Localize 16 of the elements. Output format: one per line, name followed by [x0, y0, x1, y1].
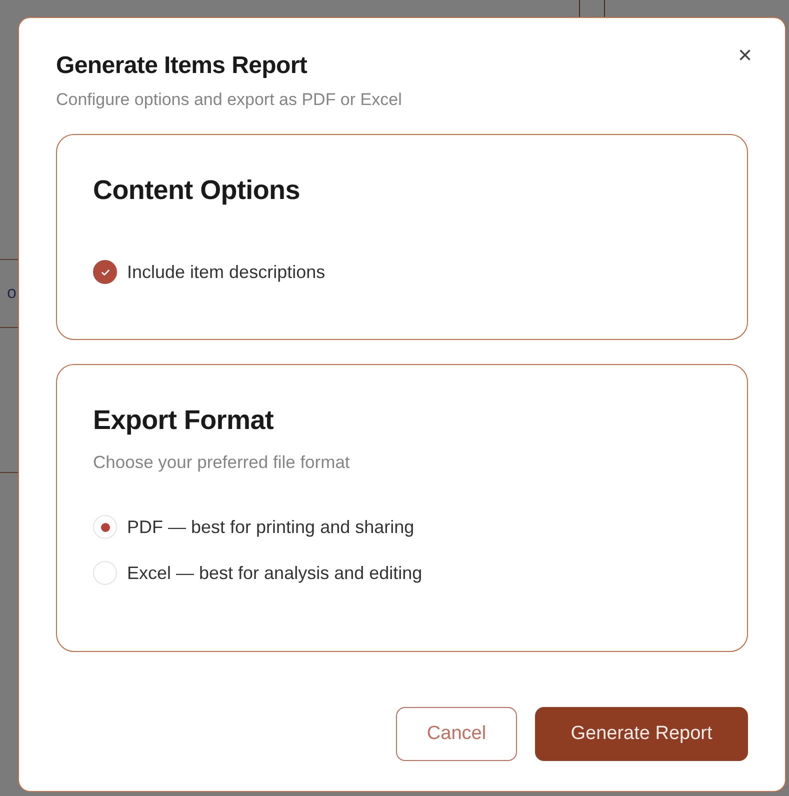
dialog-title: Generate Items Report [56, 52, 308, 80]
radio-label: PDF — best for printing and sharing [127, 516, 414, 538]
radio-button[interactable] [93, 515, 117, 539]
dialog-subtitle: Configure options and export as PDF or Excel [56, 90, 402, 110]
checkbox-label: Include item descriptions [127, 262, 326, 282]
card-title: Export Format [93, 405, 275, 436]
backdrop-text: o [7, 283, 16, 303]
radio-button[interactable] [93, 561, 117, 585]
generate-button[interactable]: Generate Report [535, 707, 748, 761]
card-title: Content Options [93, 175, 301, 206]
checkbox[interactable] [93, 260, 117, 284]
radio-label: Excel — best for analysis and editing [127, 562, 422, 584]
card-subtitle: Choose your preferred file format [93, 452, 351, 473]
close-button[interactable]: × [738, 44, 752, 68]
check-icon [100, 266, 110, 278]
cancel-button[interactable]: Cancel [396, 707, 517, 761]
